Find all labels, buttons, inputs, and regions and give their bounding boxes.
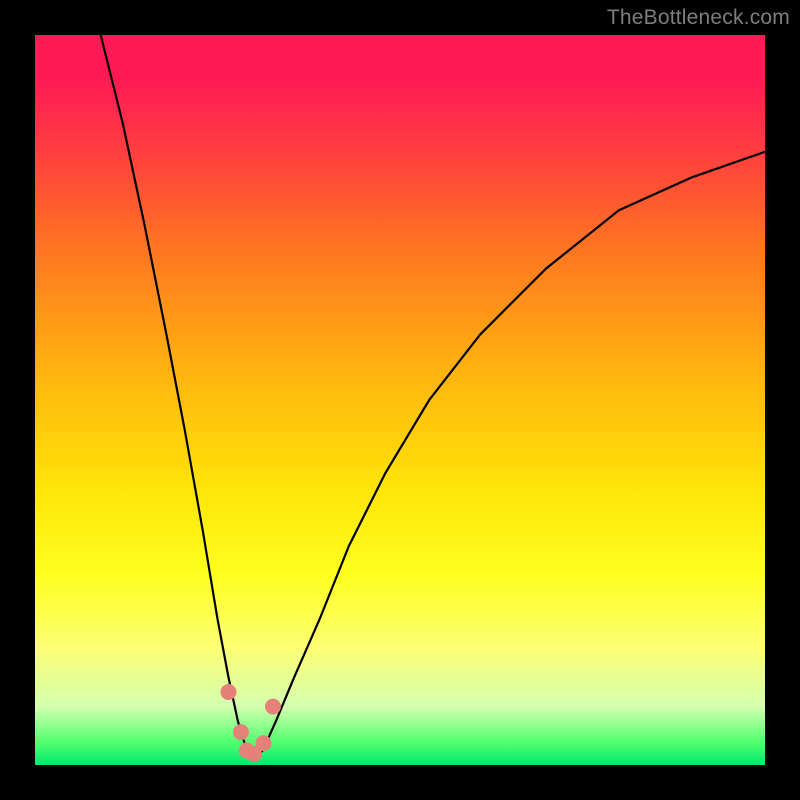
chart-svg [35,35,765,765]
chart-container: TheBottleneck.com [0,0,800,800]
plot-area [35,35,765,765]
curve-marker [221,684,237,700]
marker-group [221,684,282,762]
bottleneck-curve [101,35,765,758]
curve-marker [233,724,249,740]
curve-marker [256,735,272,751]
watermark-text: TheBottleneck.com [607,6,790,30]
curve-marker [265,699,281,715]
